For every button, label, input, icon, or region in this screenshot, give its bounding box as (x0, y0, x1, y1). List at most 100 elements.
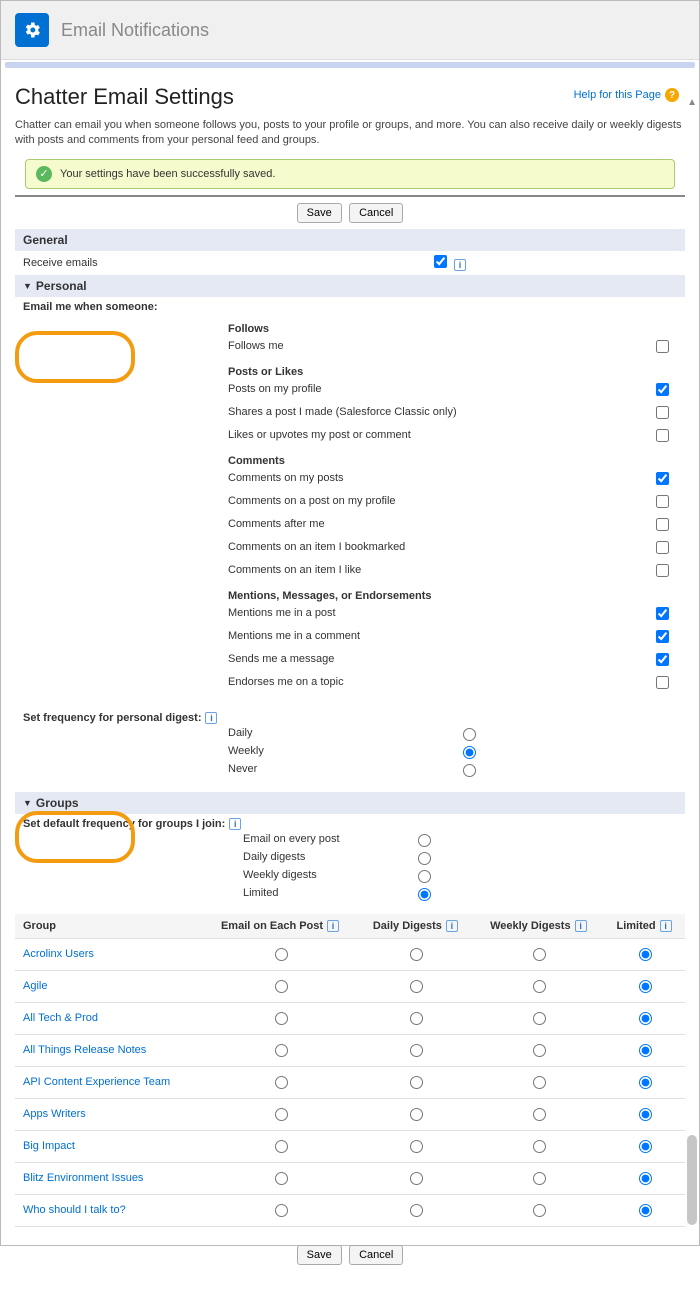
option-checkbox[interactable] (656, 383, 669, 396)
group-freq-radio[interactable] (275, 980, 288, 993)
group-default-radio[interactable] (418, 834, 431, 847)
digest-radio[interactable] (463, 764, 476, 777)
group-link[interactable]: Agile (23, 980, 47, 992)
scrollbar-thumb[interactable] (687, 1135, 697, 1225)
group-freq-radio[interactable] (639, 1012, 652, 1025)
group-freq-radio[interactable] (533, 1108, 546, 1121)
group-freq-radio[interactable] (275, 1204, 288, 1217)
cancel-button[interactable]: Cancel (349, 203, 403, 223)
option-checkbox[interactable] (656, 630, 669, 643)
group-link[interactable]: All Things Release Notes (23, 1044, 146, 1056)
group-freq-radio[interactable] (410, 1204, 423, 1217)
help-icon: ? (665, 88, 679, 102)
option-row: Comments on my posts (228, 467, 677, 490)
section-groups-title: Groups (36, 796, 79, 810)
group-freq-radio[interactable] (275, 948, 288, 961)
group-freq-radio[interactable] (275, 1012, 288, 1025)
group-link[interactable]: Who should I talk to? (23, 1204, 126, 1216)
option-checkbox[interactable] (656, 653, 669, 666)
option-label: Comments on an item I bookmarked (228, 541, 647, 553)
receive-emails-label: Receive emails (23, 257, 223, 269)
option-checkbox[interactable] (656, 406, 669, 419)
chevron-down-icon: ▼ (23, 798, 32, 808)
col-each: Email on Each Post (203, 914, 357, 939)
info-icon[interactable] (660, 920, 672, 932)
receive-emails-checkbox[interactable] (434, 255, 447, 268)
group-freq-radio[interactable] (410, 980, 423, 993)
option-checkbox[interactable] (656, 676, 669, 689)
group-freq-radio[interactable] (410, 948, 423, 961)
group-freq-radio[interactable] (639, 948, 652, 961)
table-row: Blitz Environment Issues (15, 1162, 685, 1194)
info-icon[interactable] (575, 920, 587, 932)
group-freq-radio[interactable] (533, 1172, 546, 1185)
group-freq-radio[interactable] (639, 1044, 652, 1057)
group-freq-radio[interactable] (410, 1172, 423, 1185)
option-checkbox[interactable] (656, 607, 669, 620)
group-freq-radio[interactable] (275, 1044, 288, 1057)
group-freq-radio[interactable] (533, 1076, 546, 1089)
info-icon[interactable] (446, 920, 458, 932)
info-icon[interactable] (327, 920, 339, 932)
option-checkbox[interactable] (656, 541, 669, 554)
group-freq-radio[interactable] (533, 1204, 546, 1217)
digest-option-label: Weekly (228, 745, 458, 757)
group-freq-radio[interactable] (410, 1012, 423, 1025)
group-link[interactable]: Acrolinx Users (23, 948, 94, 960)
group-freq-radio[interactable] (639, 1076, 652, 1089)
option-row: Posts on my profile (228, 378, 677, 401)
group-freq-radio[interactable] (410, 1044, 423, 1057)
group-freq-radio[interactable] (410, 1140, 423, 1153)
group-freq-radio[interactable] (639, 1172, 652, 1185)
group-link[interactable]: Big Impact (23, 1140, 75, 1152)
info-icon[interactable] (205, 712, 217, 724)
success-banner: ✓ Your settings have been successfully s… (25, 159, 675, 189)
group-freq-radio[interactable] (533, 980, 546, 993)
group-freq-radio[interactable] (410, 1108, 423, 1121)
option-checkbox[interactable] (656, 429, 669, 442)
group-freq-radio[interactable] (533, 1140, 546, 1153)
group-freq-radio[interactable] (533, 948, 546, 961)
save-button[interactable]: Save (297, 203, 342, 223)
group-freq-radio[interactable] (639, 980, 652, 993)
group-freq-radio[interactable] (275, 1140, 288, 1153)
info-icon[interactable] (229, 818, 241, 830)
success-text: Your settings have been successfully sav… (60, 168, 275, 180)
group-link[interactable]: API Content Experience Team (23, 1076, 170, 1088)
group-default-radio[interactable] (418, 870, 431, 883)
option-checkbox[interactable] (656, 495, 669, 508)
info-icon[interactable] (454, 259, 466, 271)
save-button[interactable]: Save (297, 1245, 342, 1265)
digest-radio[interactable] (463, 746, 476, 759)
option-label: Comments after me (228, 518, 647, 530)
section-personal-header[interactable]: ▼ Personal (15, 275, 685, 297)
option-checkbox[interactable] (656, 472, 669, 485)
group-freq-radio[interactable] (533, 1012, 546, 1025)
help-link[interactable]: Help for this Page ? (574, 88, 679, 102)
group-freq-radio[interactable] (639, 1140, 652, 1153)
group-freq-radio[interactable] (275, 1108, 288, 1121)
gear-icon (15, 13, 49, 47)
cancel-button[interactable]: Cancel (349, 1245, 403, 1265)
option-checkbox[interactable] (656, 564, 669, 577)
group-default-radio[interactable] (418, 852, 431, 865)
personal-digest-block: Set frequency for personal digest: Daily… (15, 708, 685, 782)
personal-digest-label: Set frequency for personal digest: (23, 712, 201, 724)
digest-radio[interactable] (463, 728, 476, 741)
group-freq-radio[interactable] (639, 1108, 652, 1121)
group-default-radio[interactable] (418, 888, 431, 901)
option-checkbox[interactable] (656, 340, 669, 353)
group-freq-radio[interactable] (410, 1076, 423, 1089)
group-freq-radio[interactable] (275, 1076, 288, 1089)
group-link[interactable]: Blitz Environment Issues (23, 1172, 143, 1184)
group-link[interactable]: All Tech & Prod (23, 1012, 98, 1024)
group-freq-radio[interactable] (533, 1044, 546, 1057)
table-row: Agile (15, 970, 685, 1002)
option-row: Sends me a message (228, 648, 677, 671)
group-link[interactable]: Apps Writers (23, 1108, 86, 1120)
group-freq-radio[interactable] (639, 1204, 652, 1217)
group-freq-radio[interactable] (275, 1172, 288, 1185)
option-checkbox[interactable] (656, 518, 669, 531)
section-groups-header[interactable]: ▼ Groups (15, 792, 685, 814)
table-row: Apps Writers (15, 1098, 685, 1130)
